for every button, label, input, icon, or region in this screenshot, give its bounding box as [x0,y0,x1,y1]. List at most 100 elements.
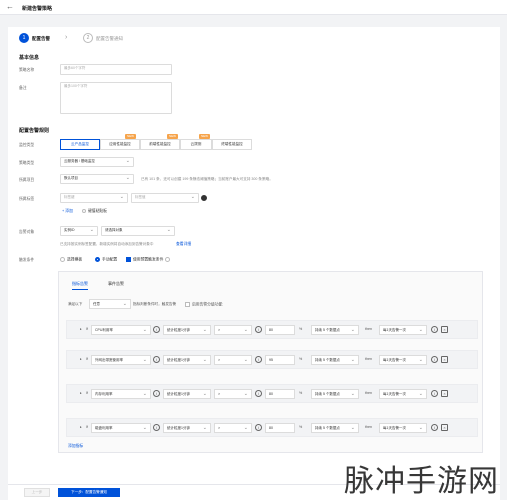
operator-select[interactable]: > ⌄ [214,355,252,365]
condition-if-label: If [86,391,88,395]
delete-icon[interactable]: × [441,326,448,333]
monitor-type-cloud[interactable]: 云产品监控 [60,139,100,150]
tag-value-select[interactable]: 标签值 ⌄ [131,193,199,203]
period-select[interactable]: 统计粒度1分钟 ⌄ [163,325,211,335]
add-tag-link[interactable]: + 添加 [62,209,73,214]
monitor-type-apm[interactable]: 应用性能监控 NEW [100,134,140,150]
metric-select[interactable]: CPU利用率 ⌄ [91,325,151,335]
tag-key-select[interactable]: 标签键 ⌄ [60,193,128,203]
threshold-input[interactable]: 80 [265,389,295,399]
chevron-down-icon: ⌄ [89,227,94,233]
info-icon[interactable]: i [153,424,160,431]
operator-select[interactable]: > ⌄ [214,389,252,399]
delete-icon[interactable]: × [441,424,448,431]
object-select[interactable]: 请选择对象 ⌄ [101,226,175,236]
info-icon[interactable]: i [255,356,262,363]
chevron-down-icon: ⌄ [418,357,423,363]
trigger-label: 触发条件 [19,258,35,262]
monitor-type-terminal[interactable]: 终端性能监控 [212,139,252,150]
info-icon[interactable]: i [255,390,262,397]
chevron-down-icon: ⌄ [202,391,207,397]
expand-icon[interactable]: ▸ [80,327,82,331]
repeat-select[interactable]: 每1天告警一次 ⌄ [379,325,427,335]
remark-textarea[interactable]: 最多100个字符 [60,82,172,114]
duration-select[interactable]: 持续 5 个数据点 ⌄ [311,423,359,433]
period-select[interactable]: 统计粒度1分钟 ⌄ [163,389,211,399]
radio[interactable] [60,257,65,262]
project-select[interactable]: 默认项目 ⌄ [60,174,134,184]
chevron-down-icon: ⌄ [202,357,207,363]
info-icon[interactable]: i [153,326,160,333]
arrow-left-icon[interactable]: ← [6,3,14,11]
tab-event-alarm[interactable]: 事件告警 [108,281,124,287]
period-select[interactable]: 统计粒度1分钟 ⌄ [163,355,211,365]
operator-select[interactable]: > ⌄ [214,423,252,433]
tag-label: 所属标签 [19,197,35,201]
threshold-input[interactable]: 80 [265,423,295,433]
radio[interactable] [95,257,100,262]
info-icon[interactable]: i [255,326,262,333]
help-icon [165,257,171,262]
then-label: then [365,327,372,331]
repeat-select[interactable]: 每1天告警一次 ⌄ [379,423,427,433]
info-icon[interactable]: i [431,356,438,363]
expand-icon[interactable]: ▸ [80,391,82,395]
rule-box: 指标告警 事件告警 满足以下 任意 ⌄ 指标判断条件时，触发告警 启用告警分级功能… [58,271,483,453]
metric-row: ▸ If 外网出带宽使用率 ⌄ i 统计粒度1分钟 ⌄ > ⌄ i 95 % 持续 5… [66,350,478,369]
prev-step-button[interactable]: 上一步 [24,488,50,497]
threshold-input[interactable]: 80 [265,325,295,335]
duration-select[interactable]: 持续 5 个数据点 ⌄ [311,355,359,365]
object-hint-link[interactable]: 查看详细 [176,242,191,247]
checkbox[interactable] [185,302,190,307]
info-icon[interactable]: i [431,424,438,431]
chevron-down-icon: ⌄ [243,425,248,431]
settings-icon[interactable] [201,195,207,201]
delete-icon[interactable]: × [441,390,448,397]
metric-select[interactable]: 外网出带宽使用率 ⌄ [91,355,151,365]
repeat-select[interactable]: 每1天告警一次 ⌄ [379,355,427,365]
page-header: ← 新建告警策略 [0,0,507,15]
info-icon[interactable]: i [431,390,438,397]
trigger-template-option[interactable]: 选择模板 [60,257,82,263]
add-metric-link[interactable]: 添加指标 [68,444,83,449]
operator-select[interactable]: > ⌄ [214,325,252,335]
info-icon[interactable]: i [255,424,262,431]
duration-select[interactable]: 持续 5 个数据点 ⌄ [311,389,359,399]
object-hint: 已支持按实例标签配置，新增实例将自动添加到告警对象中 [60,242,154,246]
monitor-type-dial[interactable]: 云拨测 NEW [180,134,212,150]
object-type-select[interactable]: 实例ID ⌄ [60,226,98,236]
period-select[interactable]: 统计粒度1分钟 ⌄ [163,423,211,433]
duration-select[interactable]: 持续 5 个数据点 ⌄ [311,325,359,335]
trigger-manual-option[interactable]: 手动配置 [95,257,117,263]
tab-metric-alarm[interactable]: 指标告警 [72,281,88,290]
expand-icon[interactable]: ▸ [80,357,82,361]
metric-row: ▸ If CPU利用率 ⌄ i 统计粒度1分钟 ⌄ > ⌄ i 80 % 持续 5 个… [66,320,478,339]
trigger-apply-option[interactable]: 使用预置触发条件 [126,257,172,263]
condition-prefix: 满足以下 [68,302,83,306]
chevron-down-icon: ⌄ [142,357,147,363]
policy-name-input[interactable]: 最多60个字符 [60,64,172,75]
repeat-select[interactable]: 每1天告警一次 ⌄ [379,389,427,399]
watermark-logo: 脉冲手游网 [344,464,499,499]
chevron-down-icon: ⌄ [350,357,355,363]
metric-select[interactable]: 磁盘利用率 ⌄ [91,423,151,433]
condition-select[interactable]: 任意 ⌄ [89,299,131,309]
threshold-input[interactable]: 95 [265,355,295,365]
checkbox[interactable] [126,257,131,262]
new-badge: NEW [199,134,210,139]
alarm-level-toggle[interactable]: 启用告警分级功能 [185,302,222,308]
step-1-label: 配置告警 [32,36,50,41]
info-icon[interactable]: i [431,326,438,333]
chevron-down-icon: ⌄ [350,327,355,333]
next-step-button[interactable]: 下一步：配置告警通知 [58,488,120,497]
unit-label: % [299,327,303,331]
monitor-type-rum[interactable]: 前端性能监控 NEW [140,134,180,150]
delete-icon[interactable]: × [441,356,448,363]
info-icon[interactable]: i [153,390,160,397]
policy-type-select[interactable]: 云服务器 / 基础监控 ⌄ [60,157,134,167]
expand-icon[interactable]: ▸ [80,425,82,429]
info-icon[interactable]: i [153,356,160,363]
metric-select[interactable]: 内存利用率 ⌄ [91,389,151,399]
new-badge: NEW [125,134,136,139]
tag-paste-link[interactable]: 键值粘贴板 [82,209,107,214]
